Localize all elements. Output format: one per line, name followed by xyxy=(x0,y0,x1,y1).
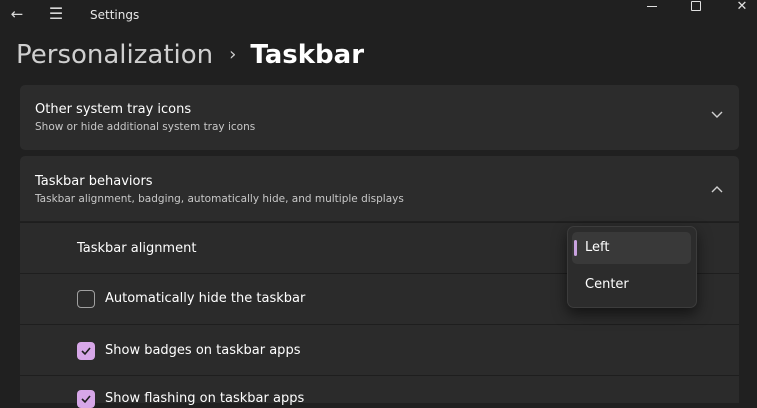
chevron-up-icon[interactable] xyxy=(711,181,723,197)
system-tray-icons-card[interactable]: Other system tray icons Show or hide add… xyxy=(20,85,739,150)
flashing-row: Show flashing on taskbar apps xyxy=(20,375,739,408)
flashing-label: Show flashing on taskbar apps xyxy=(105,391,305,406)
maximize-icon[interactable] xyxy=(686,0,706,16)
window-title: Settings xyxy=(90,8,140,22)
taskbar-behaviors-title: Taskbar behaviors xyxy=(35,174,153,189)
close-icon[interactable]: ✕ xyxy=(732,0,752,16)
page-title: Taskbar xyxy=(250,40,365,70)
taskbar-behaviors-card[interactable]: Taskbar behaviors Taskbar alignment, bad… xyxy=(20,156,739,221)
dropdown-option-label: Center xyxy=(585,277,629,292)
badges-label: Show badges on taskbar apps xyxy=(105,343,301,358)
autohide-checkbox[interactable] xyxy=(77,290,95,308)
selection-indicator xyxy=(574,240,577,256)
hamburger-menu-icon[interactable]: ☰ xyxy=(47,4,65,24)
badges-checkbox[interactable] xyxy=(77,342,95,360)
autohide-label: Automatically hide the taskbar xyxy=(105,291,306,306)
back-arrow-icon[interactable]: ← xyxy=(8,4,26,24)
breadcrumb: Personalization › Taskbar xyxy=(16,38,364,74)
badges-row: Show badges on taskbar apps xyxy=(20,324,739,375)
system-tray-icons-subtitle: Show or hide additional system tray icon… xyxy=(35,121,256,133)
alignment-dropdown-menu: Left Center xyxy=(567,226,697,308)
flashing-checkbox[interactable] xyxy=(77,390,95,408)
system-tray-icons-title: Other system tray icons xyxy=(35,102,192,117)
breadcrumb-parent-personalization[interactable]: Personalization xyxy=(16,40,213,70)
title-bar: ← ☰ Settings ✕ xyxy=(0,0,757,32)
dropdown-option-center[interactable]: Center xyxy=(572,269,691,301)
breadcrumb-separator-icon: › xyxy=(229,44,237,65)
taskbar-alignment-label: Taskbar alignment xyxy=(77,241,197,256)
minimize-icon[interactable] xyxy=(642,0,662,16)
dropdown-option-left[interactable]: Left xyxy=(572,232,691,264)
dropdown-option-label: Left xyxy=(585,240,610,255)
chevron-down-icon[interactable] xyxy=(711,107,723,123)
taskbar-behaviors-subtitle: Taskbar alignment, badging, automaticall… xyxy=(35,193,404,205)
